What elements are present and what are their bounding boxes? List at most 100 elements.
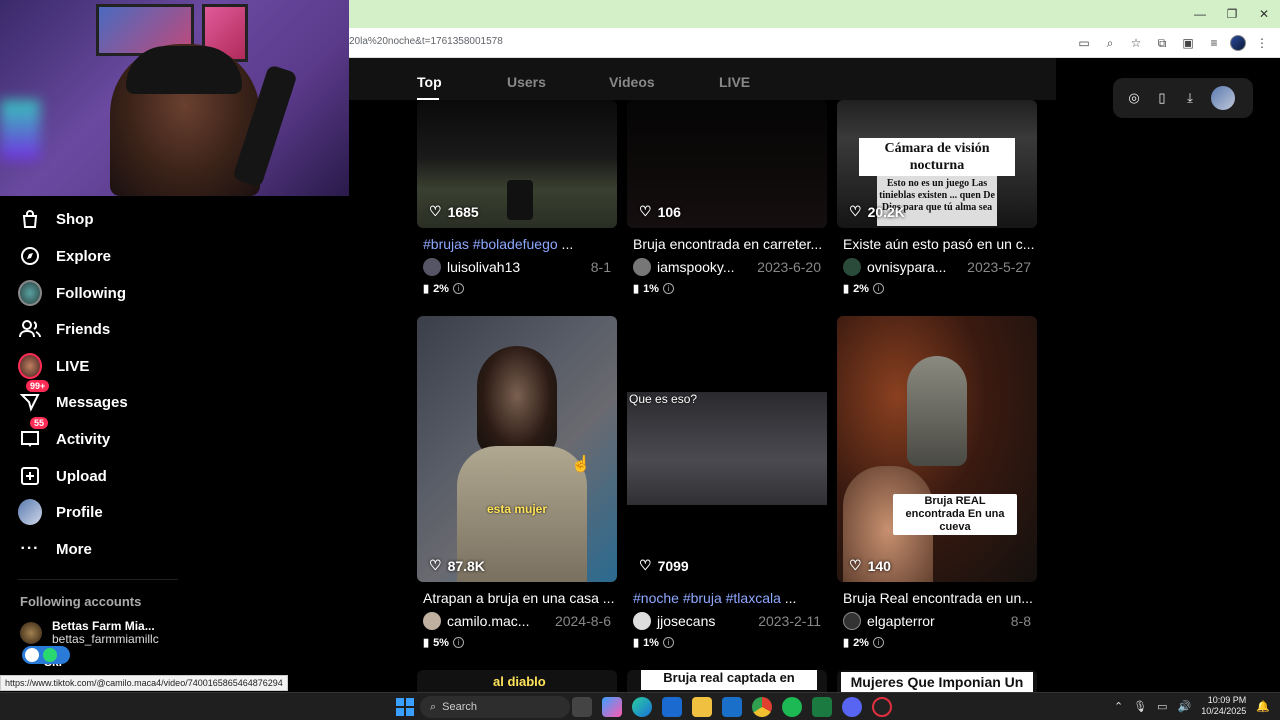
video-card[interactable]: Cámara de visión nocturna Esto no es un … (837, 100, 1037, 295)
like-count: ♡ 140 (849, 557, 891, 574)
video-thumbnail[interactable]: Cámara de visión nocturna Esto no es un … (837, 100, 1037, 228)
video-card[interactable]: esta mujer ♡ 87.8K Atrapan a bruja en una… (417, 316, 617, 649)
video-author[interactable]: jjosecans (633, 612, 715, 630)
tab-top[interactable]: Top (417, 74, 442, 90)
chrome-icon[interactable] (752, 697, 772, 717)
video-author[interactable]: luisolivah13 (423, 258, 520, 276)
tab-users[interactable]: Users (507, 74, 546, 90)
video-caption[interactable]: Atrapan a bruja en una casa ... (417, 590, 617, 606)
video-card[interactable]: al diablo (417, 670, 617, 692)
close-button[interactable]: ✕ (1248, 0, 1280, 28)
sidepanel-icon[interactable]: ▣ (1178, 33, 1198, 53)
video-thumbnail[interactable]: ♡ 1685 (417, 100, 617, 228)
discord-icon[interactable] (842, 697, 862, 717)
sidebar-item-messages[interactable]: 99+ Messages (18, 380, 128, 416)
info-icon[interactable]: i (452, 637, 464, 648)
system-tray: ⌃ 🎙 ▭ 🔊 10:09 PM 10/24/2025 🔔 (1114, 695, 1270, 717)
notification-bell-icon[interactable]: 🔔 (1256, 700, 1270, 713)
file-explorer-icon[interactable] (692, 697, 712, 717)
video-thumbnail[interactable]: ♡ 106 (627, 100, 827, 228)
video-author[interactable]: iamspooky... (633, 258, 735, 276)
extensions-icon[interactable]: ⧉ (1152, 33, 1172, 53)
store-icon[interactable] (662, 697, 682, 717)
obs-icon[interactable] (872, 697, 892, 717)
sidebar-item-following[interactable]: Following (18, 279, 126, 307)
sidebar-item-label: Activity (56, 430, 111, 448)
zoom-icon[interactable]: ⌕ (1100, 33, 1120, 53)
outlook-icon[interactable] (722, 697, 742, 717)
sidebar-item-shop[interactable]: Shop (18, 205, 94, 233)
info-icon[interactable]: i (662, 283, 674, 294)
info-icon[interactable]: i (662, 637, 674, 648)
widget-icon (25, 648, 39, 662)
tab-live[interactable]: LIVE (719, 74, 750, 90)
bar-chart-icon: ▮ (633, 637, 640, 649)
tab-videos[interactable]: Videos (609, 74, 655, 90)
sidebar: Shop Explore Following Friends LIVE 99+ … (0, 196, 188, 720)
compass-icon[interactable]: ◎ (1123, 87, 1145, 109)
following-account[interactable]: Bettas Farm Mia... bettas_farmmiamillc (20, 620, 159, 646)
sidebar-item-friends[interactable]: Friends (18, 315, 110, 343)
video-overlay-text: Mujeres Que Imponian Un (841, 672, 1033, 692)
sidebar-item-profile[interactable]: Profile (18, 498, 103, 526)
mic-icon[interactable]: 🎙 (1133, 700, 1147, 713)
network-icon[interactable]: ▭ (1157, 700, 1167, 713)
kebab-menu-icon[interactable]: ⋮ (1252, 33, 1272, 53)
video-thumbnail[interactable]: esta mujer ♡ 87.8K (417, 316, 617, 582)
windows-start-icon[interactable] (396, 698, 414, 716)
edge-icon[interactable] (632, 697, 652, 717)
cast-icon[interactable]: ▭ (1074, 33, 1094, 53)
info-icon[interactable]: i (452, 283, 464, 294)
video-caption[interactable]: #brujas #boladefuego ... (417, 236, 617, 252)
taskview-icon[interactable] (572, 697, 592, 717)
taskbar-search[interactable]: ⌕ Search (420, 696, 570, 718)
restore-button[interactable]: ❐ (1216, 0, 1248, 28)
video-author[interactable]: elgapterror (843, 612, 935, 630)
video-card[interactable]: ♡ 1685 #brujas #boladefuego ... luisoliva… (417, 100, 617, 295)
video-card[interactable]: Bruja real captada en (627, 670, 827, 692)
sidebar-item-upload[interactable]: Upload (18, 462, 107, 490)
download-icon[interactable]: ⤓ (1179, 87, 1201, 109)
following-accounts-title: Following accounts (20, 594, 142, 609)
video-thumbnail[interactable]: Bruja REAL encontrada En una cueva ♡ 140 (837, 316, 1037, 582)
bar-chart-icon: ▮ (843, 637, 850, 649)
excel-icon[interactable] (812, 697, 832, 717)
spotify-icon[interactable] (782, 697, 802, 717)
video-caption[interactable]: Bruja Real encontrada en un... (837, 590, 1037, 606)
sidebar-item-explore[interactable]: Explore (18, 242, 111, 270)
video-author[interactable]: ovnisypara... (843, 258, 946, 276)
sidebar-item-activity[interactable]: 55 Activity (18, 417, 111, 453)
clock-time: 10:09 PM (1207, 695, 1247, 705)
heart-icon: ♡ (639, 557, 652, 573)
video-card[interactable]: Bruja REAL encontrada En una cueva ♡ 140 … (837, 316, 1037, 649)
floating-widget[interactable] (22, 646, 70, 664)
video-card[interactable]: Mujeres Que Imponian Un (837, 670, 1037, 692)
sidebar-item-live[interactable]: LIVE (18, 352, 89, 380)
info-icon[interactable]: i (872, 283, 884, 294)
volume-icon[interactable]: 🔊 (1178, 700, 1192, 713)
video-caption[interactable]: Existe aún esto pasó en un c... (837, 236, 1037, 252)
clock[interactable]: 10:09 PM 10/24/2025 (1201, 695, 1246, 717)
video-author[interactable]: camilo.mac... (423, 612, 529, 630)
video-card[interactable]: ♡ 106 Bruja encontrada en carreter... iam… (627, 100, 827, 295)
sidebar-item-more[interactable]: ··· More (18, 535, 92, 563)
media-icon[interactable]: ≡ (1204, 33, 1224, 53)
profile-avatar[interactable] (1211, 86, 1235, 110)
browser-profile-avatar[interactable] (1230, 35, 1246, 51)
chevron-up-icon[interactable]: ⌃ (1114, 700, 1123, 713)
video-stats: ▮ 1% i (627, 282, 827, 295)
video-card[interactable]: Que es eso? ♡ 7099 #noche #bruja #tlaxcal… (627, 316, 827, 649)
copilot-icon[interactable] (602, 697, 622, 717)
thumb-figure (907, 356, 967, 466)
search-results: Top Users Videos LIVE ◎ ▯ ⤓ ♡ 1685 #bruja… (349, 58, 1280, 692)
video-thumbnail[interactable]: Que es eso? ♡ 7099 (627, 316, 827, 582)
info-icon[interactable]: i (872, 637, 884, 648)
divider (18, 579, 178, 580)
phone-icon[interactable]: ▯ (1151, 87, 1173, 109)
video-caption[interactable]: #noche #bruja #tlaxcala ... (627, 590, 827, 606)
bookmark-star-icon[interactable]: ☆ (1126, 33, 1146, 53)
video-caption[interactable]: Bruja encontrada en carreter... (627, 236, 827, 252)
results-tabs: Top Users Videos LIVE (349, 58, 1056, 100)
address-bar[interactable]: 20la%20noche&t=1761358001578 (349, 36, 503, 47)
minimize-button[interactable]: — (1184, 0, 1216, 28)
